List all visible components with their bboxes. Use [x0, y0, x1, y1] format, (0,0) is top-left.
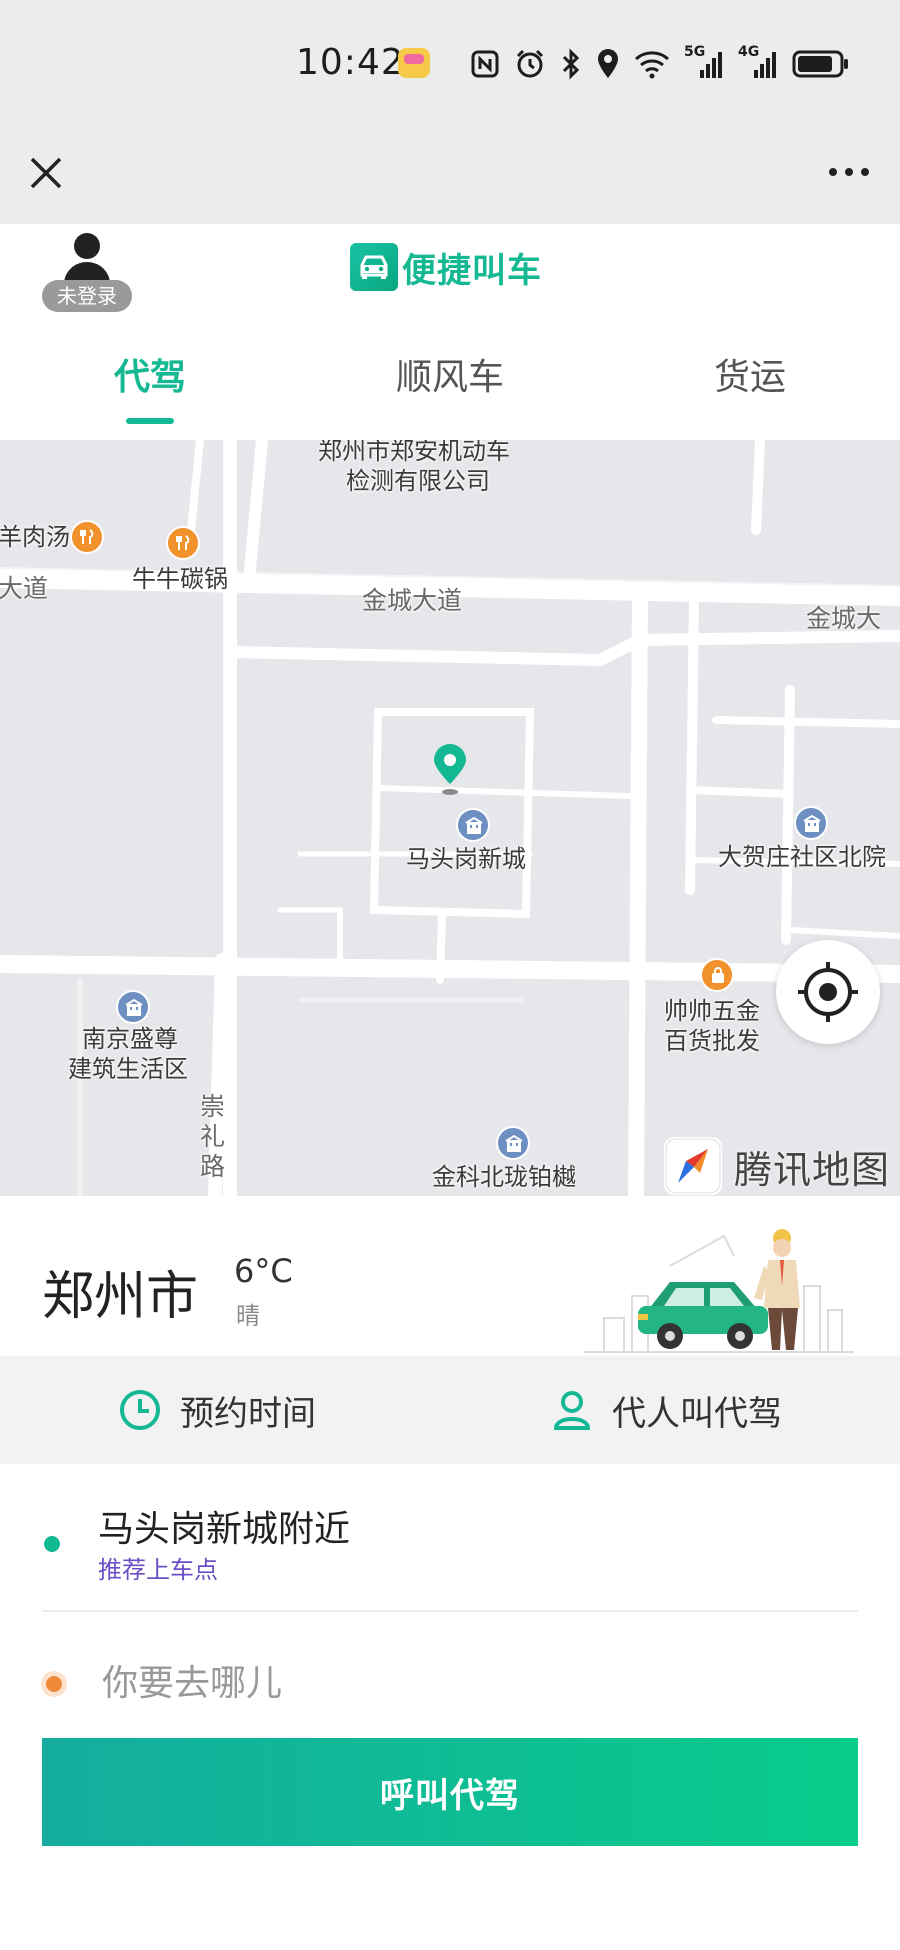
- map-label-nanjing-line2: 建筑生活区: [68, 1055, 188, 1083]
- city-name: 郑州市: [42, 1267, 199, 1327]
- active-tab-indicator: [126, 418, 174, 424]
- person-icon: [553, 1391, 591, 1430]
- map-label-jinke: 金科北珑铂樾: [432, 1163, 576, 1191]
- battery-icon: [792, 50, 848, 78]
- residential-poi-icon: [794, 806, 828, 840]
- tab-freight[interactable]: 货运: [600, 348, 900, 418]
- destination-input[interactable]: [102, 1648, 802, 1718]
- map-label-chongli-road: 崇礼路: [200, 1092, 226, 1181]
- order-for-others-option[interactable]: 代人叫代驾: [550, 1356, 782, 1464]
- food-poi-icon: [166, 526, 200, 560]
- order-for-others-label: 代人叫代驾: [612, 1393, 782, 1434]
- map-view[interactable]: 郑州市郑安机动车 检测有限公司 羊肉汤 牛牛碳锅 大道 金城大道 金城大 马头岗…: [0, 440, 900, 1196]
- brand-title: 便捷叫车: [402, 250, 542, 291]
- food-poi-icon: [70, 520, 104, 554]
- mini-program-nav-bar: [0, 130, 900, 224]
- compass-icon: [664, 1137, 722, 1195]
- trip-form: 马头岗新城附近 推荐上车点 呼叫代驾: [0, 1464, 900, 1950]
- signal-4g-icon: 4G: [738, 44, 778, 80]
- map-label-lamb-soup: 羊肉汤: [0, 523, 70, 551]
- map-label-poi-top-line1: 郑州市郑安机动车: [318, 440, 510, 465]
- ride-options-bar: 预约时间 代人叫代驾: [0, 1356, 900, 1464]
- destination-dot-icon: [46, 1676, 62, 1692]
- schedule-time-label: 预约时间: [180, 1393, 316, 1434]
- clock-icon: [120, 1390, 160, 1430]
- alarm-icon: [516, 49, 544, 78]
- pickup-hint: 推荐上车点: [98, 1556, 218, 1584]
- pickup-pin-icon: [430, 744, 470, 796]
- map-provider-name: 腾讯地图: [734, 1147, 891, 1192]
- divider: [42, 1610, 858, 1612]
- schedule-time-option[interactable]: 预约时间: [118, 1356, 316, 1464]
- residential-poi-icon: [496, 1126, 530, 1160]
- map-label-shuaishuai-line1: 帅帅五金: [664, 997, 760, 1025]
- map-label-nanjing-line1: 南京盛尊: [82, 1025, 178, 1053]
- notification-emoji-icon: [398, 48, 430, 78]
- status-time: 10:42: [296, 42, 405, 83]
- pickup-dot-icon: [44, 1536, 60, 1552]
- more-icon[interactable]: [824, 152, 874, 192]
- pickup-location[interactable]: 马头岗新城附近: [98, 1500, 350, 1552]
- wifi-icon: [635, 51, 669, 79]
- tab-carpool[interactable]: 顺风车: [300, 348, 600, 418]
- map-label-matougang: 马头岗新城: [406, 845, 526, 873]
- login-status-badge: 未登录: [42, 280, 132, 312]
- status-icons: 5G 4G: [470, 44, 850, 84]
- app-header: 未登录 便捷叫车: [0, 224, 900, 324]
- weather-panel: 郑州市 6°C 晴: [0, 1196, 900, 1356]
- shop-poi-icon: [700, 958, 734, 992]
- service-tabs: 代驾 顺风车 货运: [0, 324, 900, 440]
- map-label-beef-pot: 牛牛碳锅: [132, 565, 228, 593]
- nfc-icon: [471, 50, 499, 78]
- locate-button[interactable]: [776, 940, 880, 1044]
- temperature: 6°C: [234, 1252, 293, 1290]
- location-icon: [598, 49, 618, 78]
- signal-5g-icon: 5G: [684, 44, 724, 80]
- status-bar: 10:42 5G 4G: [0, 0, 900, 130]
- driver-car-illustration: [584, 1229, 854, 1353]
- map-provider-logo: 腾讯地图: [664, 1136, 890, 1196]
- map-label-jincheng-road: 金城大道: [362, 586, 463, 615]
- map-label-jincheng-road-right: 金城大: [806, 604, 882, 633]
- map-label-shuaishuai-line2: 百货批发: [664, 1027, 760, 1055]
- weather-condition: 晴: [236, 1302, 260, 1330]
- brand: 便捷叫车: [350, 242, 542, 292]
- map-label-avenue-left: 大道: [0, 574, 49, 603]
- residential-poi-icon: [456, 808, 490, 842]
- map-label-dahezhuang: 大贺庄社区北院: [718, 843, 886, 871]
- crosshair-icon: [798, 962, 858, 1022]
- tab-designated-driver[interactable]: 代驾: [0, 348, 300, 418]
- car-icon: [350, 243, 398, 291]
- avatar[interactable]: 未登录: [40, 232, 134, 316]
- call-driver-button[interactable]: 呼叫代驾: [42, 1738, 858, 1846]
- map-label-poi-top-line2: 检测有限公司: [346, 467, 490, 495]
- bluetooth-icon: [562, 48, 580, 80]
- residential-poi-icon: [116, 990, 150, 1024]
- close-icon[interactable]: [26, 148, 66, 198]
